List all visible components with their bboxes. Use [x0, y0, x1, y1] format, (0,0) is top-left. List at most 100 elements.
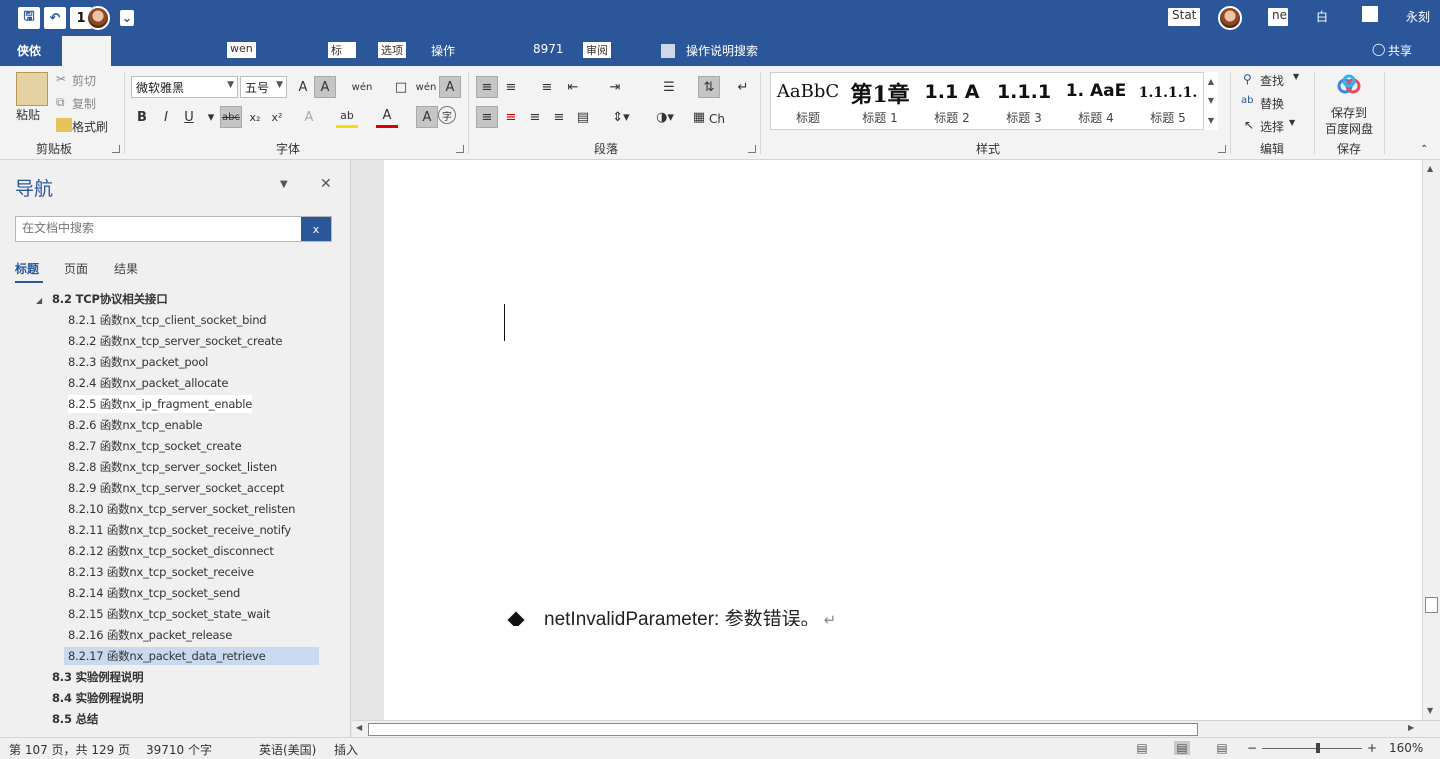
style-heading-5[interactable]: 1.1.1.1. 标题 5	[1133, 73, 1203, 129]
nav-heading-item[interactable]: 8.2.11 函数nx_tcp_socket_receive_notify	[68, 521, 291, 539]
find-icon[interactable]: ⚲	[1243, 72, 1252, 86]
cut-button[interactable]: 剪切	[72, 72, 96, 89]
bullet-paragraph[interactable]: netInvalidParameter: 参数错误。 ↵	[506, 604, 836, 626]
select-dropdown[interactable]: ▼	[1289, 118, 1295, 127]
tab-results[interactable]: 结果	[114, 260, 138, 277]
user-avatar[interactable]	[1218, 6, 1242, 30]
baidu-cloud-icon[interactable]	[1336, 74, 1362, 96]
font-launcher[interactable]	[456, 145, 464, 153]
word-count[interactable]: 39710 个字	[146, 741, 212, 758]
style-heading-1[interactable]: 第1章 标题 1	[845, 73, 915, 129]
document-page[interactable]: netInvalidParameter: 参数错误。 ↵	[384, 160, 1422, 720]
nav-heading-item[interactable]: 8.2.3 函数nx_packet_pool	[68, 353, 208, 371]
bullets-icon[interactable]: ≡	[476, 76, 498, 98]
shading-button[interactable]: A	[416, 106, 438, 128]
save-to-label-2[interactable]: 百度网盘	[1325, 120, 1373, 137]
sort-icon[interactable]: ⇅	[698, 76, 720, 98]
lightbulb-icon[interactable]	[661, 44, 675, 58]
wen-icon[interactable]: wén	[415, 76, 437, 98]
zoom-level[interactable]: 160%	[1389, 741, 1423, 755]
show-marks-icon[interactable]: ↵	[732, 76, 754, 98]
format-painter-button[interactable]: 格式刷	[72, 118, 108, 135]
align-left-icon[interactable]: ≡	[476, 106, 498, 128]
chevron-down-icon[interactable]: ▼	[1208, 96, 1214, 105]
nav-heading-item[interactable]: 8.2.14 函数nx_tcp_socket_send	[68, 584, 240, 602]
styles-gallery-scroll[interactable]: ▲ ▼ ▼	[1203, 72, 1218, 130]
superscript-button[interactable]: x²	[266, 106, 288, 128]
language[interactable]: 英语(美国)	[259, 741, 316, 758]
save-icon[interactable]: 🖫	[18, 6, 40, 30]
nav-heading-item[interactable]: 8.2.5 函数nx_ip_fragment_enable	[68, 395, 253, 413]
enclose-char-button[interactable]: 字	[438, 106, 456, 124]
align-center-icon[interactable]: ≡	[500, 106, 522, 128]
save-to-label-1[interactable]: 保存到	[1331, 104, 1367, 121]
close-button[interactable]: 永刻	[1406, 8, 1430, 25]
horizontal-scrollbar[interactable]: ◀ ▶	[352, 720, 1440, 737]
numbering-icon[interactable]: ≡	[500, 76, 522, 98]
strikethrough-button[interactable]: abc	[220, 106, 242, 128]
phonetic-guide-icon[interactable]: wén	[342, 76, 382, 98]
tab-headings[interactable]: 标题	[15, 260, 39, 277]
restore-icon[interactable]	[1362, 6, 1378, 22]
find-button[interactable]: 查找	[1260, 72, 1284, 89]
find-dropdown[interactable]: ▼	[1293, 72, 1299, 81]
web-layout-icon[interactable]: ▤	[1214, 741, 1230, 755]
style-heading-2[interactable]: 1.1 A 标题 2	[917, 73, 987, 129]
tell-me-search[interactable]: 操作说明搜索	[686, 42, 758, 59]
nav-heading-item[interactable]: 8.5 总结	[52, 710, 98, 728]
scroll-thumb[interactable]	[1425, 597, 1438, 613]
tab-file[interactable]: 侠侬	[17, 42, 41, 59]
line-spacing-icon[interactable]: ⇕▾	[604, 106, 638, 128]
style-heading-3[interactable]: 1.1.1 标题 3	[989, 73, 1059, 129]
nav-heading-item[interactable]: 8.2.10 函数nx_tcp_server_socket_relisten	[68, 500, 295, 518]
zoom-slider-track[interactable]	[1262, 748, 1362, 749]
print-layout-icon[interactable]: ▤	[1174, 741, 1190, 755]
highlight-button[interactable]: ab	[336, 106, 358, 128]
replace-button[interactable]: 替换	[1260, 95, 1284, 112]
tab-references[interactable]: 操作	[431, 42, 455, 59]
replace-icon[interactable]: ab	[1241, 95, 1253, 106]
close-icon[interactable]: ✕	[320, 176, 332, 192]
search-input[interactable]	[22, 221, 292, 235]
undo-button[interactable]: ↶	[44, 6, 66, 30]
nav-heading-item[interactable]: 8.3 实验例程说明	[52, 668, 143, 686]
font-color-button[interactable]: A	[376, 106, 398, 128]
paste-button[interactable]: 粘贴	[16, 106, 40, 123]
search-icon[interactable]: x	[301, 217, 331, 241]
scroll-thumb[interactable]	[368, 723, 1198, 736]
char-border-icon[interactable]: □	[390, 76, 412, 98]
format-painter-icon[interactable]	[56, 118, 72, 132]
justify-icon[interactable]: ≡	[548, 106, 570, 128]
copy-icon[interactable]: ⧉	[56, 95, 65, 110]
chinese-layout-icon[interactable]: ☰	[652, 76, 686, 98]
chevron-up-icon[interactable]: ▲	[1208, 77, 1214, 86]
collapse-triangle-icon[interactable]: ◢	[36, 296, 42, 305]
font-name-combo[interactable]: 微软雅黑 ▼	[131, 76, 238, 98]
customize-dropdown[interactable]: ⌄	[120, 6, 134, 30]
tab-design[interactable]: 标	[328, 42, 356, 58]
nav-heading-item[interactable]: 8.2.9 函数nx_tcp_server_socket_accept	[68, 479, 284, 497]
scroll-up-icon[interactable]: ▲	[1427, 164, 1433, 173]
more-styles-icon[interactable]: ▼	[1208, 116, 1214, 125]
insert-mode[interactable]: 插入	[334, 741, 358, 758]
increase-indent-icon[interactable]: ⇥	[598, 76, 632, 98]
multilevel-list-icon[interactable]: ≡	[536, 76, 558, 98]
decrease-indent-icon[interactable]: ⇤	[556, 76, 590, 98]
paragraph-launcher[interactable]	[748, 145, 756, 153]
scroll-left-icon[interactable]: ◀	[356, 723, 362, 732]
clipboard-launcher[interactable]	[112, 145, 120, 153]
bold-button[interactable]: B	[131, 106, 153, 128]
nav-heading-item[interactable]: 8.2.6 函数nx_tcp_enable	[68, 416, 202, 434]
chevron-down-icon[interactable]: ▼	[280, 179, 288, 190]
distribute-icon[interactable]: ▤	[572, 106, 594, 128]
scroll-down-icon[interactable]: ▼	[1427, 706, 1433, 715]
copy-button[interactable]: 复制	[72, 95, 96, 112]
nav-heading-item[interactable]: 8.2.16 函数nx_packet_release	[68, 626, 232, 644]
nav-heading-item[interactable]: 8.2.12 函数nx_tcp_socket_disconnect	[68, 542, 274, 560]
text-effects-icon[interactable]: A	[298, 106, 320, 128]
share-button[interactable]: 共享	[1388, 42, 1412, 59]
cut-icon[interactable]: ✂	[56, 72, 66, 86]
nav-heading-item[interactable]: 8.2.1 函数nx_tcp_client_socket_bind	[68, 311, 266, 329]
font-size-combo[interactable]: 五号 ▼	[240, 76, 287, 98]
nav-heading-item[interactable]: 8.2.4 函数nx_packet_allocate	[68, 374, 228, 392]
